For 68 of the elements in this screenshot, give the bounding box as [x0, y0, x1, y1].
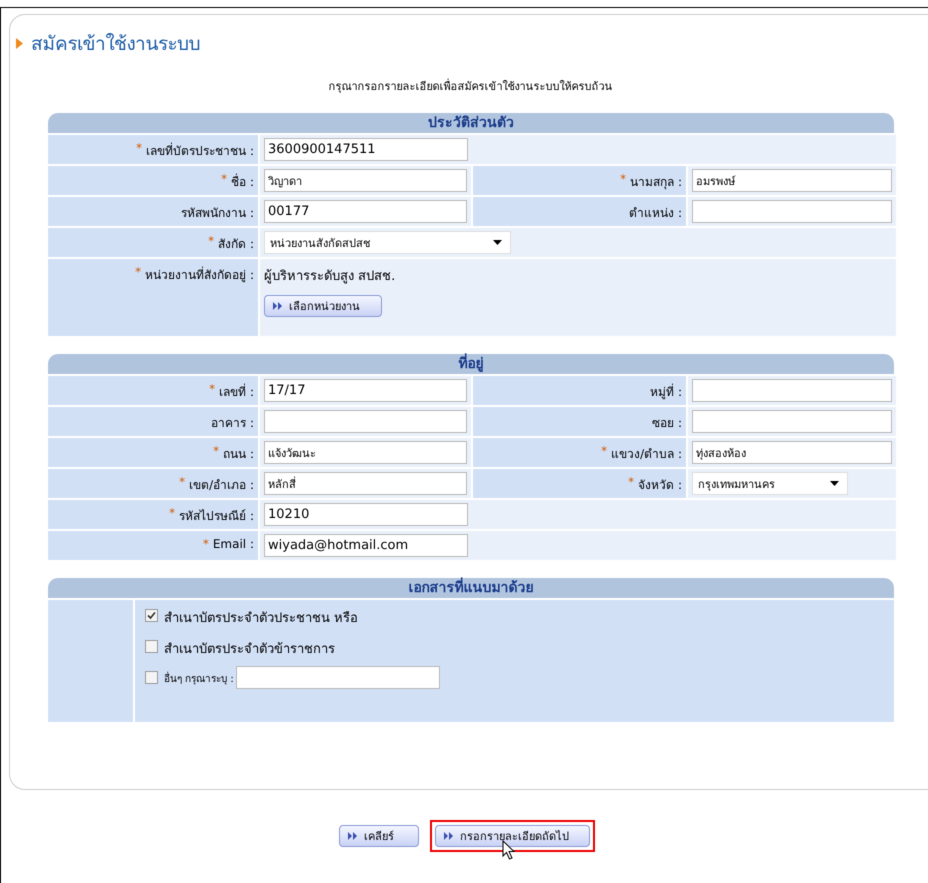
text-field[interactable]: ทุ่งสองห้อง: [692, 441, 892, 464]
text-field[interactable]: อมรพงษ์: [692, 169, 892, 192]
field-label: อาคาร :: [211, 415, 254, 432]
text-field[interactable]: [692, 410, 892, 433]
checkbox[interactable]: [145, 640, 158, 653]
required-mark: *: [620, 172, 626, 186]
text-field[interactable]: [264, 410, 467, 433]
dropdown[interactable]: หน่วยงานสังกัดสปสช: [264, 231, 511, 254]
required-mark: *: [213, 444, 220, 458]
dropdown-caret-icon: [493, 240, 502, 245]
required-mark: *: [221, 172, 228, 186]
required-mark: *: [209, 382, 216, 396]
select-unit-button[interactable]: เลือกหน่วยงาน: [264, 295, 382, 317]
clear-button[interactable]: เคลียร์: [339, 825, 419, 847]
field-label: สังกัด :: [218, 236, 254, 253]
checkbox-label: สำเนาบัตรประจำตัวประชาชน หรือ: [164, 610, 358, 628]
section-header: ที่อยู่: [48, 354, 894, 374]
checkbox[interactable]: [145, 609, 158, 622]
text-field[interactable]: wiyada@hotmail.com: [264, 534, 468, 557]
required-mark: *: [135, 265, 142, 279]
text-field[interactable]: แจ้งวัฒนะ: [264, 441, 467, 464]
text-field[interactable]: วิญาดา: [264, 169, 467, 192]
field-label: แขวง/ตำบล :: [611, 446, 682, 463]
required-mark: *: [601, 444, 608, 458]
field-label: รหัสไปรษณีย์ :: [179, 508, 254, 525]
field-label: หมู่ที่ :: [650, 382, 682, 401]
field-label: หน่วยงานที่สังกัดอยู่ :: [145, 266, 254, 284]
field-label: เขต/อำเภอ :: [189, 477, 254, 494]
field-label: ชื่อ :: [231, 172, 254, 191]
text-field[interactable]: [692, 379, 892, 402]
checkbox-label: สำเนาบัตรประจำตัวข้าราชการ: [164, 641, 335, 659]
field-label: เลขที่บัตรประชาชน :: [146, 142, 254, 160]
field-value: ผู้บริหารระดับสูง สปสช.: [264, 268, 396, 286]
bullet-icon: [16, 38, 23, 48]
text-field[interactable]: 17/17: [264, 379, 467, 402]
other-document-field[interactable]: [236, 666, 440, 689]
required-mark: *: [169, 506, 176, 520]
text-field[interactable]: หลักสี่: [264, 472, 467, 495]
double-arrow-icon: [273, 302, 283, 310]
text-field[interactable]: 10210: [264, 503, 468, 526]
text-field[interactable]: 3600900147511: [264, 138, 468, 161]
field-label: รหัสพนักงาน :: [181, 205, 254, 222]
mouse-cursor-icon: [502, 840, 516, 860]
text-field[interactable]: [692, 200, 892, 223]
field-label: ถนน :: [223, 446, 254, 463]
field-label: ตำแหน่ง :: [629, 205, 682, 222]
dropdown-caret-icon: [830, 481, 839, 486]
instruction-text: กรุณากรอกรายละเอียดเพื่อสมัครเข้าใช้งานระบบให้ครบถ้วน: [328, 78, 614, 95]
text-field[interactable]: 00177: [264, 200, 467, 223]
section-header: ประวัติส่วนตัว: [48, 113, 894, 133]
next-button[interactable]: กรอกรายละเอียดถัดไป: [435, 825, 590, 847]
required-mark: *: [179, 475, 186, 489]
field-label: ซอย :: [652, 415, 682, 432]
checkbox[interactable]: [145, 671, 158, 684]
double-arrow-icon: [444, 832, 454, 840]
required-mark: *: [208, 234, 214, 248]
required-mark: *: [202, 537, 209, 551]
checkbox-label: อื่นๆ กรุณาระบุ :: [164, 671, 234, 686]
field-label: Email :: [212, 537, 254, 551]
field-label: นามสกุล :: [630, 174, 682, 191]
required-mark: *: [136, 141, 142, 155]
section-header: เอกสารที่แนบมาด้วย: [48, 578, 894, 598]
dropdown[interactable]: กรุงเทพมหานคร: [692, 472, 848, 495]
page-title: สมัครเข้าใช้งานระบบ: [31, 32, 200, 57]
double-arrow-icon: [348, 832, 358, 840]
required-mark: *: [628, 475, 634, 489]
field-label: จังหวัด :: [638, 477, 682, 494]
field-label: เลขที่ :: [219, 382, 254, 401]
